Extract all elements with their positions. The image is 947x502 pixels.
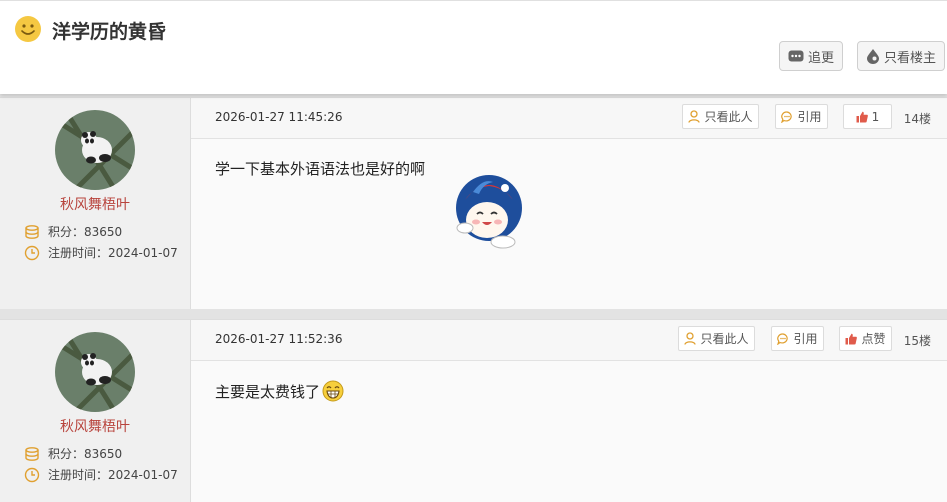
thread-header: 洋学历的黄昏 追更 只看楼主	[0, 0, 947, 94]
smiley-icon	[15, 16, 41, 42]
user-register-date: 注册时间：2024-01-07	[24, 466, 178, 483]
coins-icon	[25, 224, 39, 239]
only-this-user-button[interactable]: 只看此人	[678, 326, 755, 351]
post-timestamp: 2026-01-27 11:45:26	[215, 110, 343, 124]
post-15: 秋风舞梧叶 积分：83650 注册时间：2024-01-07 2026-01-2…	[0, 319, 947, 502]
username[interactable]: 秋风舞梧叶	[0, 194, 190, 214]
like-label: 点赞	[861, 332, 886, 346]
quote-button[interactable]: 引用	[771, 326, 824, 351]
coins-icon	[25, 446, 39, 461]
user-points: 积分：83650	[24, 223, 122, 240]
only-this-user-label: 只看此人	[704, 110, 753, 124]
quote-label: 引用	[797, 110, 822, 124]
floor-number: 14楼	[903, 112, 931, 126]
clock-icon	[24, 245, 40, 260]
post-content-row: 主要是太费钱了	[215, 380, 344, 402]
drop-icon	[866, 48, 879, 64]
chat-bubble-icon	[788, 50, 804, 62]
quote-label: 引用	[793, 332, 818, 346]
mascot-sticker-icon	[456, 175, 522, 249]
post-content: 主要是太费钱了	[215, 382, 321, 401]
post-14: 秋风舞梧叶 积分：83650 注册时间：2024-01-07 2026-01-2…	[0, 97, 947, 309]
quote-bubble-icon	[781, 110, 793, 123]
only-this-user-label: 只看此人	[700, 332, 749, 346]
person-icon	[688, 110, 701, 123]
owner-only-button[interactable]: 只看楼主	[857, 41, 945, 71]
like-button[interactable]: 点赞	[839, 326, 892, 351]
quote-bubble-icon	[777, 332, 789, 345]
thumbs-up-icon	[856, 111, 868, 122]
post-meta-bar: 2026-01-27 11:45:26 只看此人 引用 1 14楼	[191, 98, 947, 139]
points-text: 积分：83650	[48, 225, 123, 239]
person-icon	[684, 332, 697, 345]
follow-button[interactable]: 追更	[779, 41, 843, 71]
clock-icon	[24, 467, 40, 482]
post-body: 2026-01-27 11:45:26 只看此人 引用 1 14楼 学一下基本外…	[191, 98, 947, 309]
owner-only-label: 只看楼主	[883, 50, 936, 66]
user-register-date: 注册时间：2024-01-07	[24, 244, 178, 261]
thread-title: 洋学历的黄昏	[52, 21, 167, 43]
post-body: 2026-01-27 11:52:36 只看此人 引用 点赞 15楼 主要是太费…	[191, 320, 947, 502]
user-points: 积分：83650	[24, 445, 122, 462]
post-content: 学一下基本外语语法也是好的啊	[215, 160, 426, 178]
register-text: 注册时间：2024-01-07	[48, 468, 178, 482]
post-meta-bar: 2026-01-27 11:52:36 只看此人 引用 点赞 15楼	[191, 320, 947, 361]
like-count: 1	[871, 109, 880, 124]
register-text: 注册时间：2024-01-07	[48, 246, 178, 260]
username[interactable]: 秋风舞梧叶	[0, 416, 190, 436]
grin-emoji-icon	[322, 380, 344, 402]
user-sidebar: 秋风舞梧叶 积分：83650 注册时间：2024-01-07	[0, 320, 191, 502]
avatar[interactable]	[55, 110, 135, 190]
floor-number: 15楼	[903, 334, 931, 348]
avatar[interactable]	[55, 332, 135, 412]
follow-label: 追更	[807, 50, 834, 66]
only-this-user-button[interactable]: 只看此人	[682, 104, 759, 129]
user-sidebar: 秋风舞梧叶 积分：83650 注册时间：2024-01-07	[0, 98, 191, 309]
points-text: 积分：83650	[48, 447, 123, 461]
post-timestamp: 2026-01-27 11:52:36	[215, 332, 343, 346]
thumbs-up-icon	[845, 333, 858, 344]
quote-button[interactable]: 引用	[775, 104, 828, 129]
like-button[interactable]: 1	[843, 104, 892, 129]
